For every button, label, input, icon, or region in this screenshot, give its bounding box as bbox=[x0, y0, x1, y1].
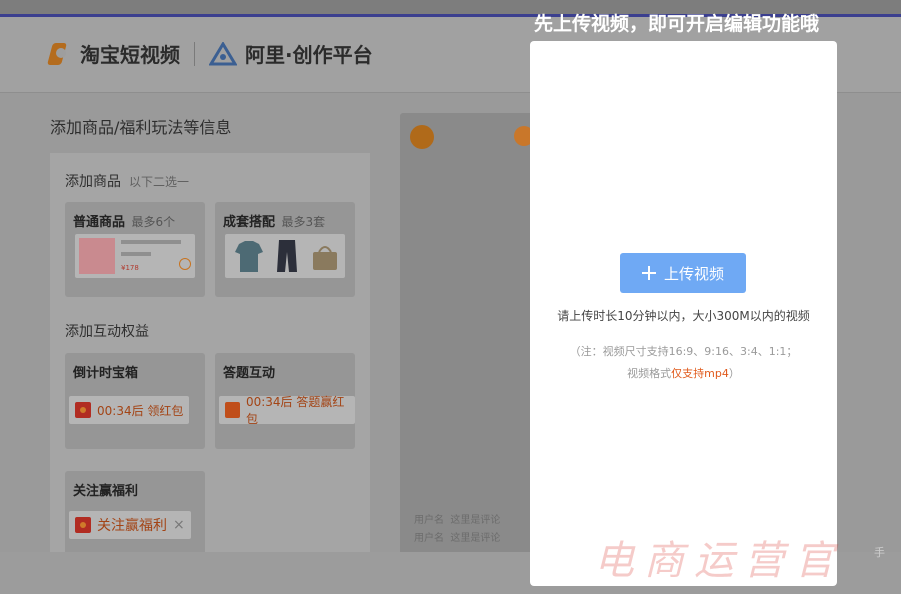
shirt-icon bbox=[235, 241, 263, 272]
red-packet-icon bbox=[75, 402, 91, 418]
card-title: 关注赢福利 bbox=[73, 484, 139, 499]
quiz-pill: 00:34后 答题赢红包 bbox=[219, 395, 355, 426]
comment-user: 用户名 bbox=[414, 515, 444, 526]
card-title: 普通商品 最多6个 bbox=[73, 211, 175, 230]
countdown-pill: 00:34后 领红包 bbox=[69, 396, 190, 424]
close-icon[interactable]: × bbox=[173, 517, 185, 533]
card-quiz[interactable]: 答题互动 00:34后 答题赢红包 bbox=[215, 353, 355, 449]
modal-caption: 先上传视频，即可开启编辑功能哦 bbox=[534, 13, 820, 35]
upload-modal: 上传视频 请上传时长10分钟以内，大小300M以内的视频 （注：视频尺寸支持16… bbox=[530, 41, 837, 586]
watermark-text: 电商运营官 bbox=[594, 538, 844, 584]
upload-description: 请上传时长10分钟以内，大小300M以内的视频 bbox=[557, 309, 810, 323]
brand-divider bbox=[194, 41, 195, 66]
goods-thumbnail bbox=[79, 238, 115, 274]
note-line-1: （注：视频尺寸支持16:9、9:16、3:4、1:1； bbox=[569, 345, 798, 358]
card-normal-goods[interactable]: 普通商品 最多6个 ¥178 bbox=[65, 202, 205, 297]
card-subtitle: 最多3套 bbox=[281, 215, 326, 229]
card-countdown-chest[interactable]: 倒计时宝箱 00:34后 领红包 bbox=[65, 353, 205, 449]
comment-item: 用户名 这里是评论 bbox=[414, 511, 500, 526]
upload-button-label: 上传视频 bbox=[663, 264, 724, 283]
comment-text: 这里是评论 bbox=[450, 533, 501, 544]
brand: 淘宝短视频 阿里·创作平台 bbox=[48, 39, 373, 68]
upload-video-button[interactable]: 上传视频 bbox=[620, 253, 746, 293]
goods-meta-line bbox=[121, 252, 151, 256]
upload-note: （注：视频尺寸支持16:9、9:16、3:4、1:1； 视频格式仅支持mp4） bbox=[530, 341, 837, 385]
note-format-prefix: 视频格式 bbox=[627, 367, 672, 380]
add-goods-hint: 以下二选一 bbox=[129, 175, 190, 189]
add-goods-label: 添加商品 bbox=[65, 174, 121, 190]
quiz-icon bbox=[225, 402, 240, 418]
ali-creator-logo-icon bbox=[208, 40, 238, 66]
plus-icon bbox=[641, 266, 656, 280]
brand-taobao-video: 淘宝短视频 bbox=[80, 43, 180, 67]
settings-panel: 添加商品 以下二选一 普通商品 最多6个 ¥178 成套搭配 最多3套 添加互动权… bbox=[50, 153, 370, 558]
comment-item: 用户名 这里是评论 bbox=[414, 529, 500, 544]
comment-user: 用户名 bbox=[414, 533, 444, 544]
goods-price: ¥178 bbox=[121, 264, 139, 272]
avatar bbox=[410, 125, 434, 149]
watermark: 电商运营官 手 bbox=[556, 522, 901, 592]
card-title-text: 成套搭配 bbox=[223, 215, 276, 230]
coin-icon bbox=[179, 258, 191, 270]
card-title: 成套搭配 最多3套 bbox=[223, 211, 325, 230]
follow-text: 关注赢福利 bbox=[97, 518, 167, 534]
note-line-2: 视频格式仅支持mp4） bbox=[530, 363, 837, 385]
bag-icon bbox=[313, 246, 337, 270]
pants-icon bbox=[277, 240, 297, 272]
follow-pill: 关注赢福利 × bbox=[69, 511, 191, 539]
interactive-title: 添加互动权益 bbox=[65, 324, 149, 340]
card-title-text: 普通商品 bbox=[73, 215, 126, 230]
page-title: 添加商品/福利玩法等信息 bbox=[50, 118, 232, 137]
brand-ali-creator: 阿里·创作平台 bbox=[245, 43, 373, 67]
card-title: 答题互动 bbox=[223, 366, 276, 381]
goods-preview: ¥178 bbox=[75, 234, 195, 278]
add-goods-title: 添加商品 以下二选一 bbox=[65, 171, 189, 191]
quiz-text: 00:34后 答题赢红包 bbox=[245, 395, 345, 426]
red-packet-icon bbox=[75, 517, 91, 533]
countdown-text: 00:34后 领红包 bbox=[97, 403, 184, 418]
watermark-sub: 手 bbox=[874, 546, 885, 559]
goods-title-line bbox=[121, 240, 181, 244]
taobao-video-logo-icon bbox=[48, 40, 72, 68]
note-format-suffix: ） bbox=[728, 367, 740, 380]
outfit-preview bbox=[225, 234, 345, 278]
card-subtitle: 最多6个 bbox=[131, 215, 176, 229]
card-title: 倒计时宝箱 bbox=[73, 366, 139, 381]
card-follow-reward[interactable]: 关注赢福利 关注赢福利 × bbox=[65, 471, 205, 558]
comment-text: 这里是评论 bbox=[450, 515, 501, 526]
card-outfit-set[interactable]: 成套搭配 最多3套 bbox=[215, 202, 355, 297]
note-format-highlight: 仅支持mp4 bbox=[671, 367, 729, 380]
